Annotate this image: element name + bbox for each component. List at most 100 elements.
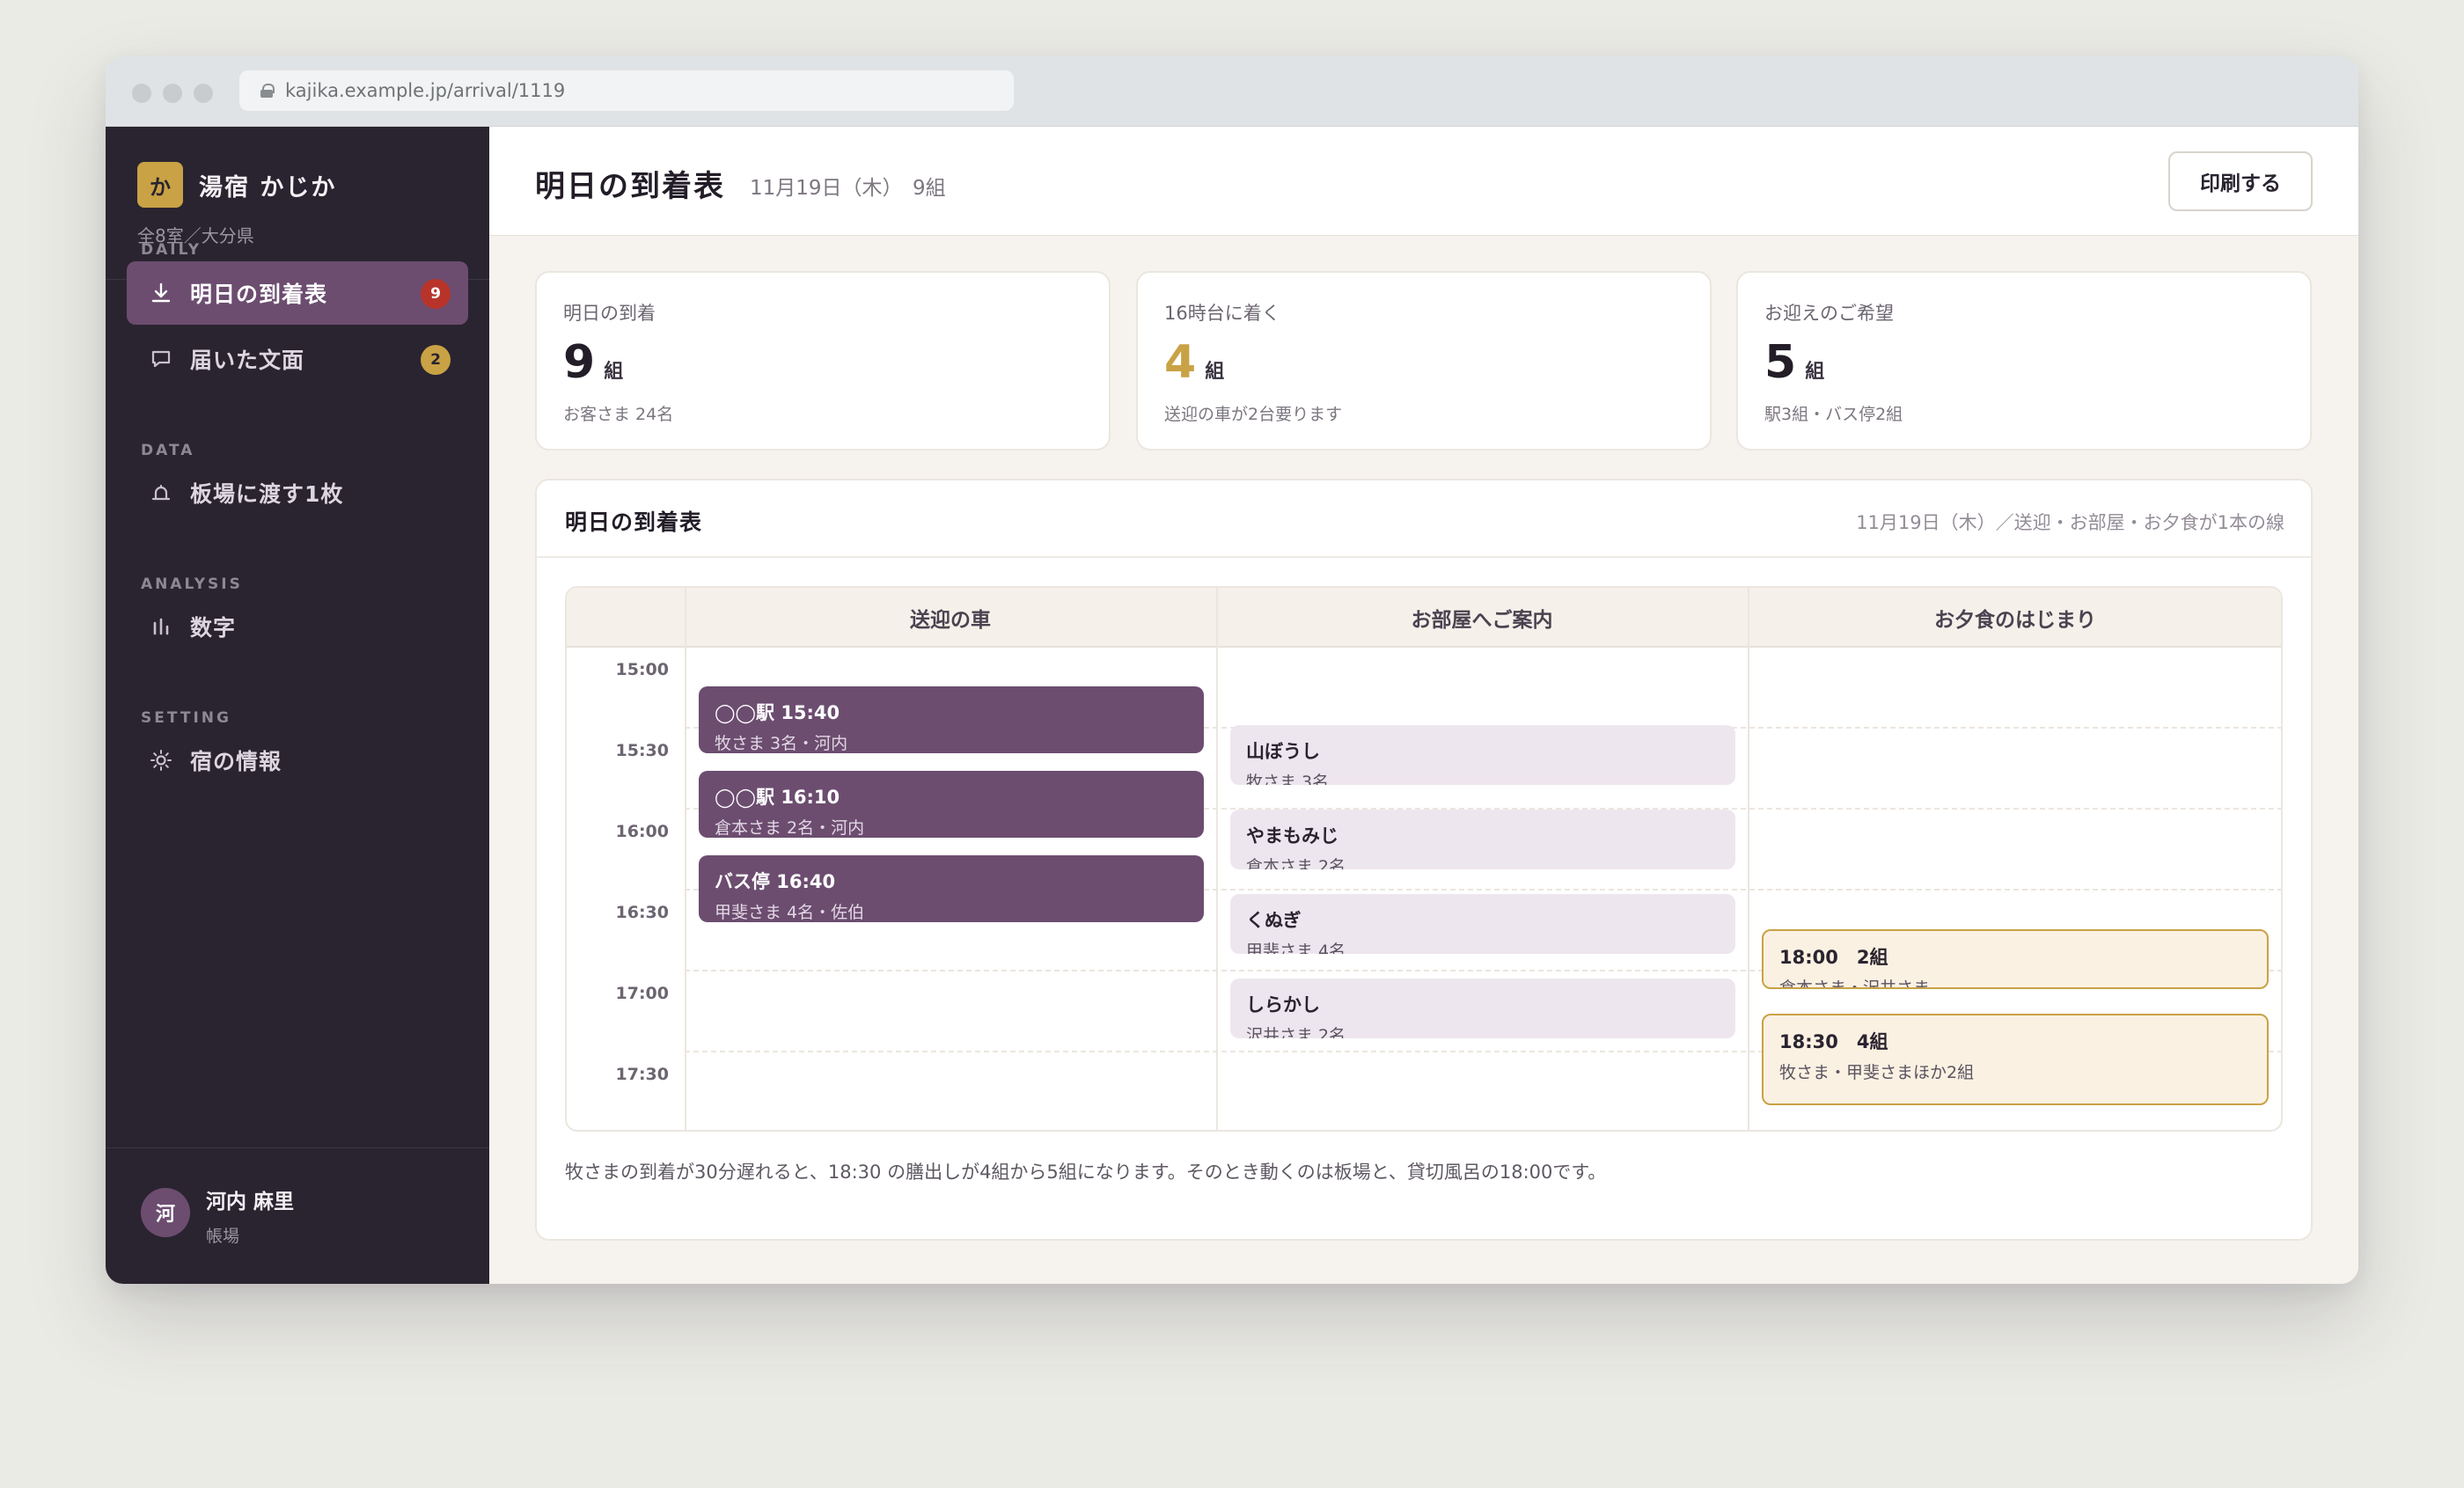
brand[interactable]: か 湯宿 かじか [137, 162, 336, 208]
pickup-title: バス停 16:40 [715, 871, 836, 892]
sidebar-item-numbers[interactable]: 数字 [127, 595, 468, 658]
sidebar-item-label: 届いた文面 [190, 348, 305, 373]
window-close-dot[interactable] [132, 84, 151, 103]
time-label: 15:00 [615, 660, 669, 679]
kpi-unit: 組 [1805, 361, 1825, 383]
browser-titlebar: kajika.example.jp/arrival/1119 [106, 56, 2358, 127]
time-label: 16:30 [615, 903, 669, 922]
count-badge: 9 [421, 279, 451, 309]
browser-window: kajika.example.jp/arrival/1119 か 湯宿 かじか … [106, 56, 2358, 1284]
arrival-timeline-panel: 明日の到着表 11月19日（木）／送迎・お部屋・お夕食が1本の線 送迎の車 お部… [535, 479, 2313, 1241]
address-bar[interactable]: kajika.example.jp/arrival/1119 [239, 70, 1014, 111]
dinner-guests: 倉本さま・沢井さま [1779, 979, 1931, 989]
bell-icon [150, 481, 172, 504]
pickup-block[interactable]: ◯◯駅 16:10 倉本さま 2名・河内 [699, 771, 1204, 838]
room-name: やまもみじ [1246, 825, 1338, 847]
time-label: 15:30 [615, 741, 669, 760]
avatar[interactable]: 河 [141, 1188, 190, 1237]
room-block[interactable]: 山ぼうし 牧さま 3名 [1230, 725, 1735, 785]
sidebar: か 湯宿 かじか 全8室／大分県 DAILY 明日の到着表 9 届いた文面 2 … [106, 127, 489, 1284]
pickup-detail: 倉本さま 2名・河内 [715, 818, 865, 838]
sidebar-footer-divider [106, 1147, 489, 1148]
main-content: 明日の到着表 11月19日（木） 9組 印刷する 明日の到着 9 組 お客さま … [489, 127, 2358, 1284]
section-label-setting: SETTING [141, 709, 231, 727]
kpi-card-16h-arrivals: 16時台に着く 4 組 送迎の車が2台要ります [1136, 271, 1712, 451]
section-label-daily: DAILY [141, 241, 202, 259]
pickup-detail: 甲斐さま 4名・佐伯 [715, 903, 865, 922]
room-block[interactable]: しらかし 沢井さま 2名 [1230, 979, 1735, 1038]
panel-header: 明日の到着表 11月19日（木）／送迎・お部屋・お夕食が1本の線 [537, 480, 2311, 558]
sidebar-item-label: 明日の到着表 [190, 282, 328, 307]
message-icon [150, 348, 172, 370]
brand-name: 湯宿 かじか [199, 173, 337, 202]
sidebar-item-label: 宿の情報 [190, 749, 282, 774]
user-name: 河内 麻里 [206, 1191, 295, 1213]
dinner-guests: 牧さま・甲斐さまほか2組 [1779, 1063, 1975, 1082]
kpi-value: 5 組 [1764, 336, 1824, 389]
user-role: 帳場 [206, 1227, 240, 1246]
room-block[interactable]: くぬぎ 甲斐さま 4名 [1230, 894, 1735, 954]
dinner-block[interactable]: 18:30 4組 牧さま・甲斐さまほか2組 [1762, 1014, 2269, 1105]
kpi-card-arrivals: 明日の到着 9 組 お客さま 24名 [535, 271, 1111, 451]
sidebar-item-inn-info[interactable]: 宿の情報 [127, 729, 468, 792]
kpi-subtext: 駅3組・バス停2組 [1764, 405, 1903, 424]
room-block[interactable]: やまもみじ 倉本さま 2名 [1230, 810, 1735, 869]
page-title: 明日の到着表 [535, 169, 725, 204]
pickup-detail: 牧さま 3名・河内 [715, 734, 848, 753]
pickup-block[interactable]: バス停 16:40 甲斐さま 4名・佐伯 [699, 855, 1204, 922]
time-label: 16:00 [615, 822, 669, 841]
timeline-grid: 送迎の車 お部屋へご案内 お夕食のはじまり 15:00 15:30 16:00 … [565, 586, 2283, 1132]
room-name: 山ぼうし [1246, 741, 1320, 762]
sun-icon [150, 749, 172, 772]
lock-icon [260, 84, 275, 98]
section-label-data: DATA [141, 442, 195, 459]
kpi-unit: 組 [1205, 361, 1225, 383]
dinner-block[interactable]: 18:00 2組 倉本さま・沢井さま [1762, 929, 2269, 989]
kpi-subtext: 送迎の車が2台要ります [1164, 405, 1343, 424]
kpi-card-pickup-requests: お迎えのご希望 5 組 駅3組・バス停2組 [1736, 271, 2312, 451]
url-text: kajika.example.jp/arrival/1119 [285, 80, 566, 101]
panel-note: 牧さまの到着が30分遅れると、18:30 の膳出しが4組から5組になります。その… [565, 1162, 1607, 1183]
time-label: 17:00 [615, 984, 669, 1003]
sidebar-item-arrival-table[interactable]: 明日の到着表 9 [127, 261, 468, 325]
kpi-title: 明日の到着 [563, 303, 656, 324]
kpi-number: 9 [563, 336, 596, 389]
room-guest: 倉本さま 2名 [1246, 857, 1346, 869]
timeline-grid-header: 送迎の車 お部屋へご案内 お夕食のはじまり [567, 588, 2281, 648]
section-label-analysis: ANALYSIS [141, 575, 243, 593]
print-button[interactable]: 印刷する [2168, 151, 2313, 211]
kpi-number: 4 [1164, 336, 1197, 389]
kpi-number: 5 [1764, 336, 1797, 389]
column-header-transport: 送迎の車 [910, 609, 991, 632]
sidebar-item-kitchen-sheet[interactable]: 板場に渡す1枚 [127, 461, 468, 524]
brand-logo: か [137, 162, 183, 208]
room-guest: 甲斐さま 4名 [1246, 942, 1346, 954]
count-badge: 2 [421, 345, 451, 375]
window-minimize-dot[interactable] [163, 84, 182, 103]
window-maximize-dot[interactable] [194, 84, 213, 103]
panel-title: 明日の到着表 [565, 509, 703, 535]
sidebar-item-messages[interactable]: 届いた文面 2 [127, 327, 468, 391]
pickup-title: ◯◯駅 16:10 [715, 787, 840, 808]
panel-meta: 11月19日（木）／送迎・お部屋・お夕食が1本の線 [1856, 512, 2284, 533]
kpi-subtext: お客さま 24名 [563, 405, 674, 424]
room-name: くぬぎ [1246, 910, 1302, 931]
kpi-title: 16時台に着く [1164, 303, 1280, 324]
column-header-room: お部屋へご案内 [1411, 609, 1553, 632]
sidebar-item-label: 板場に渡す1枚 [190, 481, 344, 507]
pickup-title: ◯◯駅 15:40 [715, 702, 840, 723]
dinner-time: 18:00 2組 [1779, 947, 1888, 968]
kpi-title: お迎えのご希望 [1764, 303, 1894, 324]
column-header-dinner: お夕食のはじまり [1934, 609, 2096, 632]
pickup-block[interactable]: ◯◯駅 15:40 牧さま 3名・河内 [699, 686, 1204, 753]
page-meta: 11月19日（木） 9組 [750, 177, 946, 200]
room-guest: 牧さま 3名 [1246, 773, 1330, 785]
time-label: 17:30 [615, 1065, 669, 1084]
kpi-unit: 組 [604, 361, 624, 383]
room-name: しらかし [1246, 994, 1320, 1015]
bar-chart-icon [150, 615, 172, 638]
dinner-time: 18:30 4組 [1779, 1031, 1888, 1052]
page-header: 明日の到着表 11月19日（木） 9組 印刷する [489, 127, 2358, 236]
kpi-value: 4 組 [1164, 336, 1224, 389]
kpi-value: 9 組 [563, 336, 623, 389]
